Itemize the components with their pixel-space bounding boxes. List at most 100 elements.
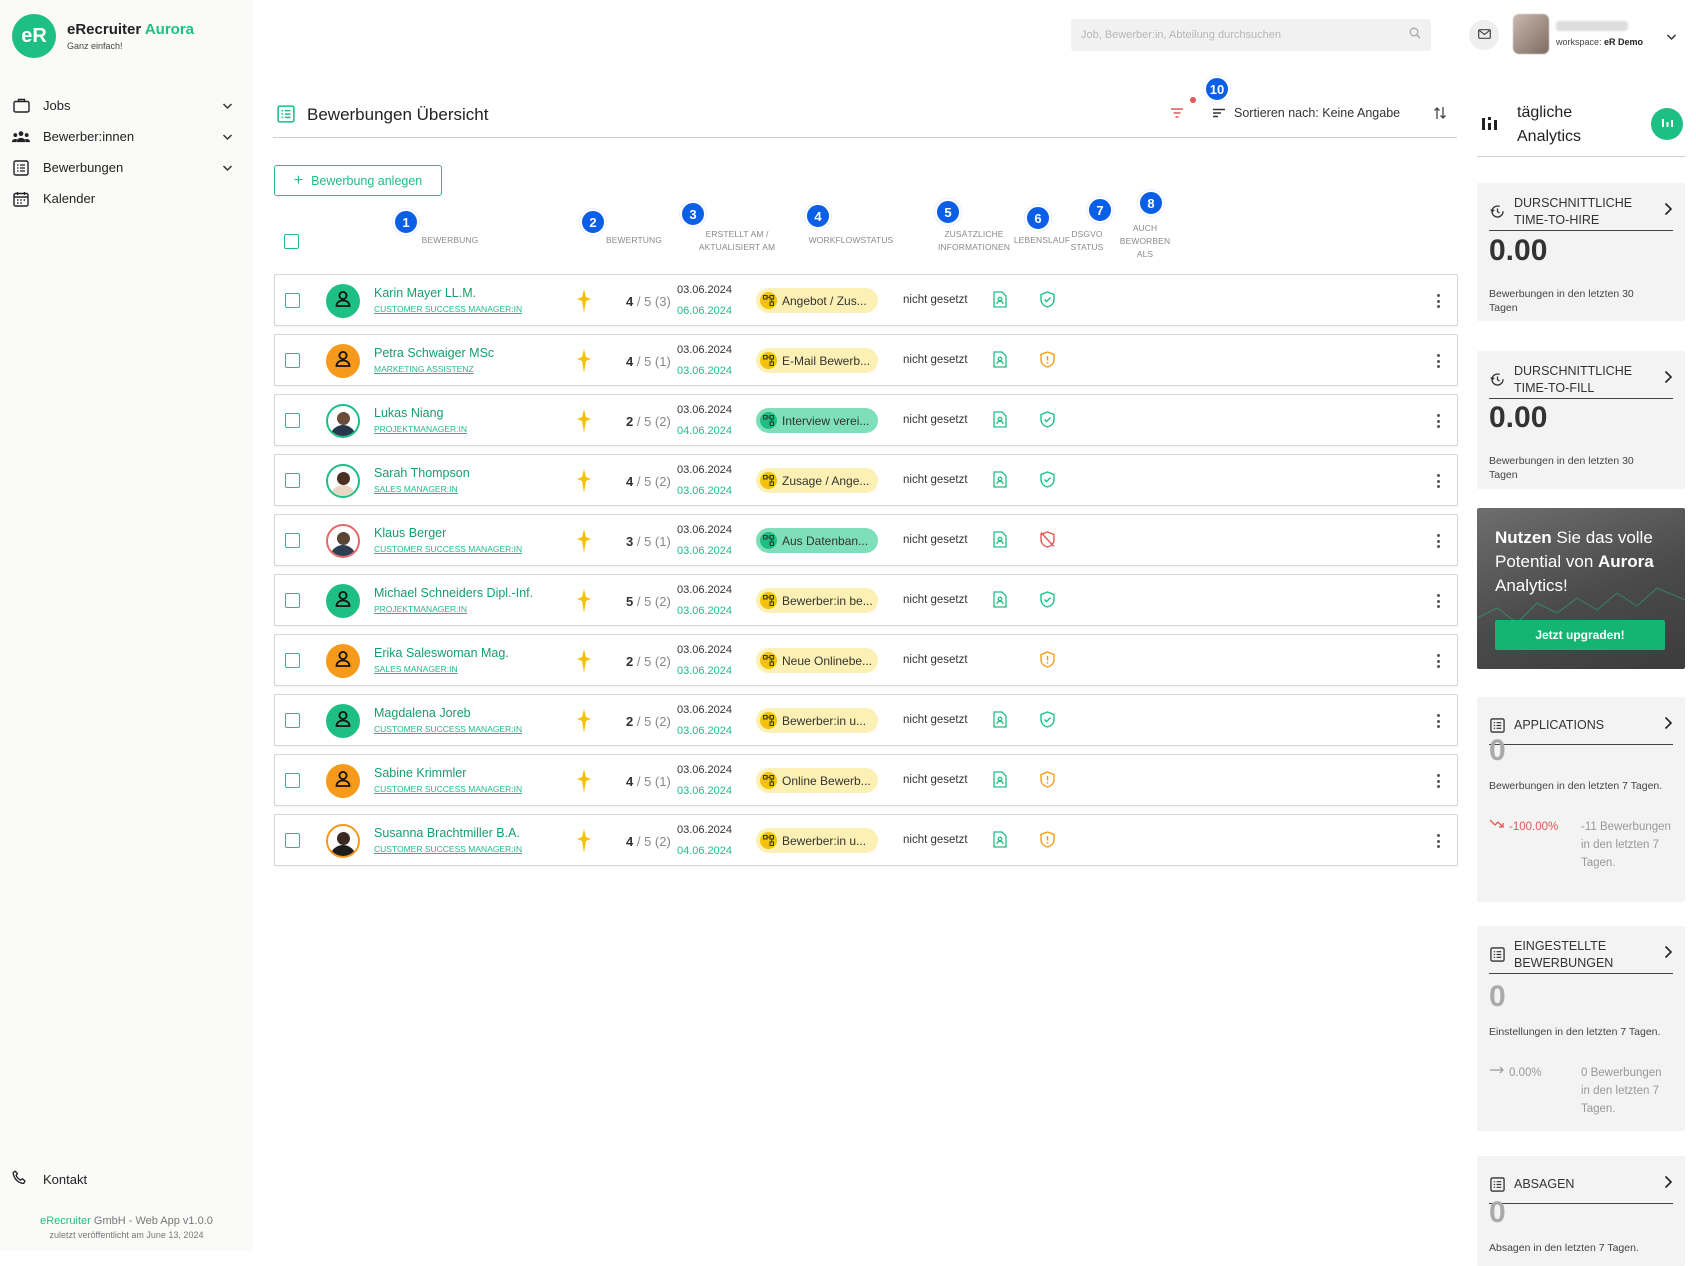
analytics-card-header[interactable]: Absagen xyxy=(1489,1166,1673,1204)
job-link[interactable]: Customer Success Manager:in xyxy=(374,544,522,554)
row-menu-button[interactable] xyxy=(1433,651,1443,671)
avatar[interactable] xyxy=(326,644,360,678)
row-checkbox[interactable] xyxy=(285,653,300,668)
chevron-right-icon[interactable] xyxy=(1664,202,1673,221)
cv-document-icon[interactable] xyxy=(993,831,1007,853)
upgrade-button[interactable]: Jetzt upgraden! xyxy=(1495,620,1665,650)
table-row[interactable]: Magdalena Joreb Customer Success Manager:… xyxy=(274,694,1458,746)
row-checkbox[interactable] xyxy=(285,833,300,848)
add-application-button[interactable]: + Bewerbung anlegen xyxy=(274,165,442,196)
workflow-status-chip[interactable]: Zusage / Ange... xyxy=(756,468,878,493)
row-menu-button[interactable] xyxy=(1433,411,1443,431)
job-link[interactable]: Sales Manager:in xyxy=(374,664,458,674)
analytics-card-header[interactable]: Applications xyxy=(1489,707,1673,745)
chevron-right-icon[interactable] xyxy=(1664,716,1673,735)
workflow-status-chip[interactable]: Bewerber:in u... xyxy=(756,708,878,733)
column-header-created[interactable]: Erstellt am / aktualisiert am xyxy=(692,228,782,254)
select-all-checkbox[interactable] xyxy=(284,234,299,249)
cv-document-icon[interactable] xyxy=(993,351,1007,373)
table-row[interactable]: Susanna Brachtmiller B.A. Customer Succes… xyxy=(274,814,1458,866)
table-row[interactable]: Lukas Niang Projektmanager:in 2 / 5 (2) 03.… xyxy=(274,394,1458,446)
workflow-status-chip[interactable]: Interview verei... xyxy=(756,408,878,433)
cv-document-icon[interactable] xyxy=(993,291,1007,313)
table-row[interactable]: Sabine Krimmler Customer Success Manager:… xyxy=(274,754,1458,806)
row-menu-button[interactable] xyxy=(1433,531,1443,551)
workflow-status-chip[interactable]: Aus Datenban... xyxy=(756,528,878,553)
candidate-name[interactable]: Karin Mayer LL.M. xyxy=(374,286,476,300)
candidate-name[interactable]: Sarah Thompson xyxy=(374,466,470,480)
avatar[interactable] xyxy=(326,284,360,318)
row-checkbox[interactable] xyxy=(285,353,300,368)
sort-dropdown[interactable]: Sortieren nach: Keine Angabe xyxy=(1213,106,1400,120)
row-checkbox[interactable] xyxy=(285,593,300,608)
workflow-status-chip[interactable]: Neue Onlinebe... xyxy=(756,648,878,673)
row-checkbox[interactable] xyxy=(285,773,300,788)
sidebar-item-calendar[interactable]: Kalender xyxy=(0,183,253,214)
table-row[interactable]: Sarah Thompson Sales Manager:in 4 / 5 (2) 0… xyxy=(274,454,1458,506)
column-header-application[interactable]: Bewerbung xyxy=(390,234,510,247)
cv-document-icon[interactable] xyxy=(993,531,1007,553)
workflow-status-chip[interactable]: E-Mail Bewerb... xyxy=(756,348,878,373)
cv-document-icon[interactable] xyxy=(993,591,1007,613)
job-link[interactable]: Projektmanager:in xyxy=(374,604,467,614)
candidate-name[interactable]: Lukas Niang xyxy=(374,406,444,420)
column-header-cv[interactable]: Lebenslauf xyxy=(1011,234,1073,247)
chevron-down-icon[interactable] xyxy=(1666,28,1677,46)
row-checkbox[interactable] xyxy=(285,713,300,728)
chevron-down-icon[interactable] xyxy=(222,129,233,144)
cv-document-icon[interactable] xyxy=(993,411,1007,433)
avatar[interactable] xyxy=(326,764,360,798)
row-menu-button[interactable] xyxy=(1433,771,1443,791)
chevron-right-icon[interactable] xyxy=(1664,1175,1673,1194)
candidate-name[interactable]: Susanna Brachtmiller B.A. xyxy=(374,826,520,840)
search-icon[interactable] xyxy=(1409,26,1421,44)
candidate-name[interactable]: Erika Saleswoman Mag. xyxy=(374,646,509,660)
analytics-card-header[interactable]: Durschnittliche Time-To-Fill xyxy=(1489,361,1673,399)
sort-direction-icon[interactable] xyxy=(1433,105,1447,126)
workflow-status-chip[interactable]: Bewerber:in u... xyxy=(756,828,878,853)
chevron-right-icon[interactable] xyxy=(1664,370,1673,389)
candidate-name[interactable]: Michael Schneiders Dipl.-Inf. xyxy=(374,586,533,600)
row-checkbox[interactable] xyxy=(285,533,300,548)
row-checkbox[interactable] xyxy=(285,293,300,308)
candidate-name[interactable]: Sabine Krimmler xyxy=(374,766,466,780)
job-link[interactable]: Customer Success Manager:in xyxy=(374,784,522,794)
workflow-status-chip[interactable]: Bewerber:in be... xyxy=(756,588,878,613)
chevron-down-icon[interactable] xyxy=(222,98,233,113)
analytics-button[interactable] xyxy=(1651,108,1683,140)
cv-document-icon[interactable] xyxy=(993,711,1007,733)
row-checkbox[interactable] xyxy=(285,413,300,428)
job-link[interactable]: Customer Success Manager:in xyxy=(374,844,522,854)
workflow-status-chip[interactable]: Online Bewerb... xyxy=(756,768,878,793)
avatar[interactable] xyxy=(326,344,360,378)
job-link[interactable]: Sales Manager:in xyxy=(374,484,458,494)
row-menu-button[interactable] xyxy=(1433,831,1443,851)
job-link[interactable]: Customer Success Manager:in xyxy=(374,304,522,314)
column-header-also-applied[interactable]: Auch beworben als xyxy=(1115,222,1175,261)
sidebar-item-jobs[interactable]: Jobs xyxy=(0,90,253,121)
candidate-name[interactable]: Klaus Berger xyxy=(374,526,446,540)
logo[interactable]: eR eRecruiter Aurora Ganz einfach! xyxy=(12,14,194,58)
sidebar-item-candidates[interactable]: Bewerber:innen xyxy=(0,121,253,152)
analytics-card-header[interactable]: Durschnittliche Time-To-Hire xyxy=(1489,193,1673,231)
avatar[interactable] xyxy=(326,524,360,558)
row-menu-button[interactable] xyxy=(1433,471,1443,491)
row-menu-button[interactable] xyxy=(1433,711,1443,731)
filter-icon[interactable] xyxy=(1170,106,1184,124)
job-link[interactable]: Projektmanager:in xyxy=(374,424,467,434)
row-menu-button[interactable] xyxy=(1433,351,1443,371)
sidebar-item-applications[interactable]: Bewerbungen xyxy=(0,152,253,183)
job-link[interactable]: Customer Success Manager:in xyxy=(374,724,522,734)
row-menu-button[interactable] xyxy=(1433,291,1443,311)
cv-document-icon[interactable] xyxy=(993,771,1007,793)
avatar[interactable] xyxy=(326,704,360,738)
analytics-card-header[interactable]: Eingestellte Bewerbungen xyxy=(1489,936,1673,974)
user-menu[interactable]: workspace: eR Demo xyxy=(1513,14,1643,54)
contact-link[interactable]: Kontakt xyxy=(12,1170,87,1188)
candidate-name[interactable]: Magdalena Joreb xyxy=(374,706,471,720)
job-link[interactable]: Marketing Assistenz xyxy=(374,364,474,374)
table-row[interactable]: Erika Saleswoman Mag. Sales Manager:in 2 /… xyxy=(274,634,1458,686)
avatar[interactable] xyxy=(326,824,360,858)
column-header-rating[interactable]: Bewertung xyxy=(596,234,672,247)
candidate-name[interactable]: Petra Schwaiger MSc xyxy=(374,346,494,360)
